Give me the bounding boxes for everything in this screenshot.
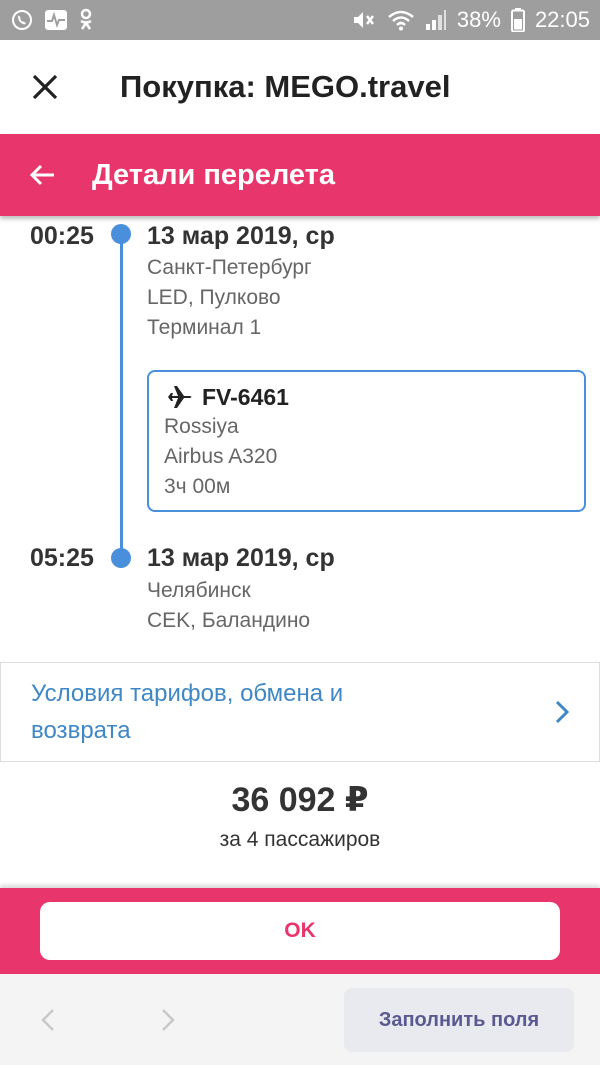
title-bar: Покупка: MEGO.travel — [0, 40, 600, 134]
chevron-right-icon — [162, 1009, 175, 1031]
clock: 22:05 — [534, 7, 590, 32]
previous-button[interactable] — [30, 1002, 66, 1038]
signal-icon — [425, 9, 447, 31]
status-bar-left — [10, 8, 94, 32]
status-bar-right: 38% 22:05 — [351, 7, 590, 33]
flight-card: FV-6461 Rossiya Airbus A320 3ч 00м — [147, 370, 586, 512]
mute-icon — [351, 9, 377, 31]
viber-icon — [10, 8, 34, 32]
status-bar: 38% 22:05 — [0, 0, 600, 40]
total-price: 36 092 ₽ — [231, 781, 369, 819]
next-button[interactable] — [150, 1002, 186, 1038]
ok-button[interactable]: OK — [40, 902, 560, 960]
odnoklassniki-icon — [78, 8, 94, 32]
activity-icon — [44, 9, 68, 31]
flight-number: FV-6461 — [202, 383, 289, 410]
battery-percent: 38% — [456, 7, 501, 32]
departure-terminal: Терминал 1 — [147, 316, 262, 339]
arrival-airport: CEK, Баландино — [147, 609, 311, 632]
chevron-right-icon — [555, 700, 569, 724]
flight-duration: 3ч 00м — [164, 475, 231, 498]
price-block: 36 092 ₽ за 4 пассажиров — [0, 780, 600, 852]
aircraft: Airbus A320 — [164, 445, 278, 468]
departure-time: 00:25 — [30, 222, 94, 250]
close-icon — [32, 74, 58, 100]
wifi-icon — [387, 9, 415, 31]
bottom-bar: Заполнить поля — [0, 974, 600, 1065]
departure-dot — [111, 224, 131, 244]
departure-city: Санкт-Петербург — [147, 256, 312, 279]
arrow-left-icon — [30, 164, 54, 186]
close-button[interactable] — [0, 40, 90, 134]
tariff-conditions-link[interactable]: Условия тарифов, обмена и возврата — [0, 662, 600, 762]
battery-icon — [510, 8, 525, 32]
back-button[interactable] — [0, 134, 86, 216]
flight-header: FV-6461 — [164, 382, 569, 412]
airline: Rossiya — [164, 415, 239, 438]
ok-bar: OK — [0, 888, 600, 974]
departure-airport: LED, Пулково — [147, 286, 281, 309]
arrival-dot — [111, 548, 131, 568]
price-note: за 4 пассажиров — [219, 828, 381, 851]
chevron-left-icon — [41, 1009, 54, 1031]
departure-date: 13 мар 2019, ср — [147, 222, 335, 250]
airplane-icon — [165, 386, 192, 408]
timeline-line — [120, 234, 123, 556]
arrival-date: 13 мар 2019, ср — [147, 544, 335, 572]
tariff-conditions-label: Условия тарифов, обмена и возврата — [31, 680, 344, 744]
arrival-time: 05:25 — [30, 544, 94, 572]
arrival-city: Челябинск — [147, 579, 251, 602]
flight-details-header: Детали перелета — [0, 134, 600, 216]
section-title: Детали перелета — [92, 158, 336, 191]
fill-fields-button[interactable]: Заполнить поля — [344, 988, 574, 1052]
page-title: Покупка: MEGO.travel — [120, 69, 451, 104]
itinerary: 00:25 13 мар 2019, ср Санкт-Петербург LE… — [0, 216, 600, 662]
